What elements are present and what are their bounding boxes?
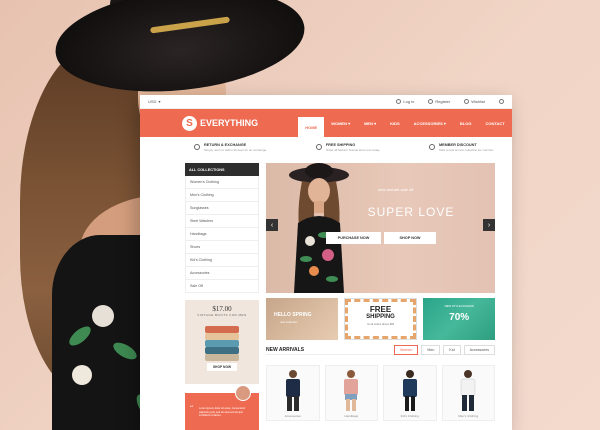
promo-banners-row: HELLO SPRING new collection FREE SHIPPIN… — [266, 298, 496, 340]
nav-blog[interactable]: BLOG — [453, 109, 479, 137]
sidebar-heading: ALL COLLECTIONS — [185, 163, 259, 176]
heart-icon — [464, 99, 470, 104]
logo-text: EVERYTHING — [200, 118, 259, 128]
nav-men[interactable]: MEN ▾ — [357, 109, 383, 137]
slider-next-button[interactable]: › — [483, 219, 495, 231]
arrivals-tabs: Women Men Kid Accessories — [394, 344, 495, 355]
quote-icon: “ — [190, 404, 194, 412]
chevron-left-icon: ‹ — [270, 221, 274, 229]
nav-contact[interactable]: CONTACT — [478, 109, 511, 137]
wishlist-link[interactable]: Wishlist — [464, 99, 485, 104]
tab-men[interactable]: Men — [421, 344, 441, 355]
logo-mark: S — [182, 115, 197, 131]
product-card[interactable]: Accessories — [266, 365, 320, 421]
feature-return: RETURN & EXCHANGE Simply return it within… — [194, 143, 267, 159]
new-arrivals-title: NEW ARRIVALS — [266, 346, 305, 353]
sidebar-item-mens-clothing[interactable]: Men's Clothing — [185, 189, 259, 202]
nav-kids[interactable]: KIDS — [383, 109, 407, 137]
search-icon — [499, 99, 504, 104]
slider-prev-button[interactable]: ‹ — [266, 219, 278, 231]
tag-icon — [428, 144, 435, 150]
nav-women[interactable]: WOMEN ▾ — [324, 109, 357, 137]
tab-accessories[interactable]: Accessories — [463, 344, 495, 355]
hero-kicker: new arrivals sale off — [378, 187, 414, 192]
hero-slider: new arrivals sale off SUPER LOVE PURCHAS… — [266, 163, 495, 293]
truck-icon — [315, 144, 322, 150]
product-image — [402, 370, 417, 411]
banner-free-shipping[interactable]: FREE SHIPPING on all orders above $99 — [343, 298, 418, 340]
nav-accessories[interactable]: ACCESSORIES ▾ — [407, 109, 453, 137]
sidebar-item-womens-clothing[interactable]: Women's Clothing — [185, 176, 259, 189]
product-image — [285, 370, 300, 411]
tab-kid[interactable]: Kid — [443, 344, 461, 355]
website-panel: USD ▾ Log in Register Wishlist S EVERYTH… — [140, 95, 512, 430]
chevron-right-icon: › — [487, 221, 491, 229]
avatar — [235, 385, 251, 401]
tab-women[interactable]: Women — [394, 344, 419, 355]
chevron-down-icon: ▾ — [158, 99, 161, 104]
pencil-icon — [428, 99, 434, 104]
main-nav: HOME WOMEN ▾ MEN ▾ KIDS ACCESSORIES ▾ BL… — [298, 109, 512, 137]
sweater-stack-image — [205, 333, 239, 340]
product-image — [461, 370, 476, 411]
promo-banner: $17.00 VINTAGE BOOTS FOR MEN SHOP NOW — [185, 300, 259, 384]
promo-price: $17.00 — [212, 305, 232, 313]
top-bar: USD ▾ Log in Register Wishlist — [140, 95, 512, 109]
sweater-stack-image — [205, 354, 239, 361]
user-icon — [396, 99, 402, 104]
purchase-now-button[interactable]: PURCHASE NOW — [326, 232, 381, 244]
product-card[interactable]: Kid's Clothing — [383, 365, 437, 421]
feature-shipping: FREE SHIPPING Order all fashion brands an… — [315, 143, 380, 159]
sweater-stack-image — [205, 347, 239, 354]
login-link[interactable]: Log in — [396, 99, 414, 104]
sweater-stack-image — [205, 340, 239, 347]
promo-subtitle: VINTAGE BOOTS FOR MEN — [197, 313, 247, 317]
feature-discount: MEMBER DISCOUNT Take a look at new collec… — [428, 143, 494, 159]
banner-hello-spring[interactable]: HELLO SPRING new collection — [266, 298, 338, 340]
hero-title: SUPER LOVE — [367, 205, 455, 219]
nav-home[interactable]: HOME — [298, 117, 325, 137]
product-card[interactable]: Handbags — [324, 365, 378, 421]
main-navbar: S EVERYTHING HOME WOMEN ▾ MEN ▾ KIDS ACC… — [140, 109, 512, 137]
sidebar-item-sale-off[interactable]: Sale Off — [185, 280, 259, 293]
search-button[interactable] — [499, 99, 504, 104]
testimonial-block: “ Lorem ipsum dolor sit amet, consectetu… — [185, 385, 259, 430]
product-image — [344, 370, 359, 411]
collections-sidebar: ALL COLLECTIONS Women's Clothing Men's C… — [185, 163, 259, 293]
sidebar-item-kids-clothing[interactable]: Kid's Clothing — [185, 254, 259, 267]
hero-model-image — [289, 163, 349, 293]
refresh-icon — [194, 144, 200, 150]
sidebar-item-shoes[interactable]: Shoes — [185, 241, 259, 254]
new-arrivals-header: NEW ARRIVALS Women Men Kid Accessories — [266, 344, 495, 355]
product-card[interactable]: Men's Clothing — [441, 365, 495, 421]
sweater-stack-image — [205, 326, 239, 333]
promo-shop-now-button[interactable]: SHOP NOW — [207, 363, 237, 371]
sidebar-item-accessories[interactable]: Accessories — [185, 267, 259, 280]
sidebar-item-steel-watches[interactable]: Steel Watches — [185, 215, 259, 228]
product-grid: Accessories Handbags Kid's Clothing Men'… — [266, 365, 495, 421]
site-logo[interactable]: S EVERYTHING — [182, 115, 259, 131]
feature-strip: RETURN & EXCHANGE Simply return it within… — [140, 137, 512, 159]
currency-selector[interactable]: USD — [148, 99, 156, 104]
register-link[interactable]: Register — [428, 99, 450, 104]
banner-new-style-fashion[interactable]: NEW STYLE FASHION 70% — [423, 298, 496, 340]
hero-shop-now-button[interactable]: SHOP NOW — [384, 232, 436, 244]
sidebar-item-handbags[interactable]: Handbags — [185, 228, 259, 241]
sidebar-item-sunglasses[interactable]: Sunglasses — [185, 202, 259, 215]
